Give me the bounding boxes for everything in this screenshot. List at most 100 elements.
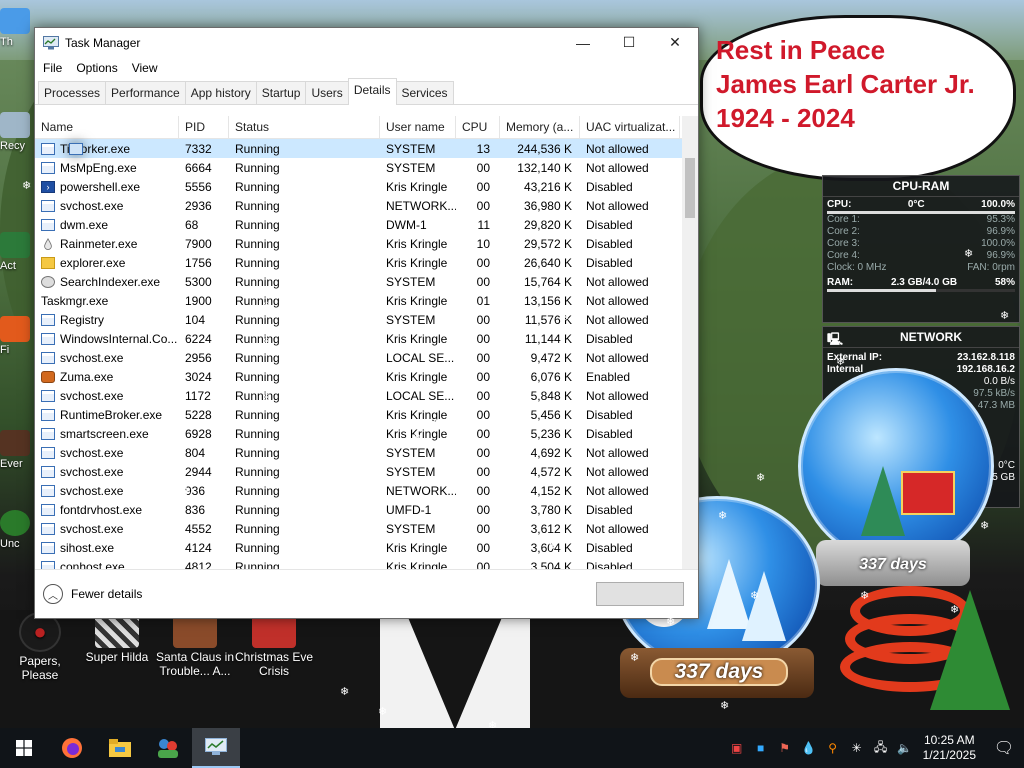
chevron-up-icon[interactable]: ︿: [43, 584, 63, 604]
desktop-icon-recycle-bin[interactable]: Recy: [0, 112, 36, 152]
column-header-status[interactable]: Status: [229, 116, 380, 138]
taskbar-app-people[interactable]: [144, 728, 192, 768]
table-row[interactable]: svchost.exe 936 Running NETWORK... 00 4,152 K…: [35, 481, 698, 500]
table-row[interactable]: fontdrvhost.exe 836 Running UMFD-1 00 3,780 K…: [35, 500, 698, 519]
menu-view[interactable]: View: [126, 61, 166, 75]
taskbar-file-explorer[interactable]: [96, 728, 144, 768]
table-row[interactable]: WindowsInternal.Co... 6224 Running Kris Kri…: [35, 329, 698, 348]
snowflake-icon: ❄: [666, 615, 676, 628]
maximize-button[interactable]: ☐: [606, 28, 652, 57]
table-row[interactable]: explorer.exe 1756 Running Kris Kringle 00 26,…: [35, 253, 698, 272]
snowflake-icon: ❄: [462, 559, 472, 572]
table-row[interactable]: svchost.exe 2936 Running NETWORK... 00 36,980…: [35, 196, 698, 215]
snowflake-icon: ❄: [182, 485, 192, 498]
table-row[interactable]: svchost.exe 2944 Running SYSTEM 00 4,572 K Not…: [35, 462, 698, 481]
table-row[interactable]: › powershell.exe 5556 Running Kris Kringle 00…: [35, 177, 698, 196]
cell-uac-virtualization: Disabled: [586, 179, 633, 194]
cell-name: svchost.exe: [35, 446, 179, 460]
tab-processes[interactable]: Processes: [38, 81, 107, 104]
table-row[interactable]: Zuma.exe 3024 Running Kris Kringle 00 6,076 K…: [35, 367, 698, 386]
cell-user-name: DWM-1: [386, 217, 427, 232]
snowflake-icon: ❄: [288, 491, 298, 504]
cell-memory: 4,572 K: [530, 464, 572, 479]
table-row[interactable]: Rainmeter.exe 7900 Running Kris Kringle 10 29…: [35, 234, 698, 253]
table-row[interactable]: MsMpEng.exe 6664 Running SYSTEM 00 132,140 K N…: [35, 158, 698, 177]
fewer-details-link[interactable]: Fewer details: [71, 587, 142, 601]
table-row[interactable]: sihost.exe 4124 Running Kris Kringle 00 3,604…: [35, 538, 698, 557]
core-row: Core 3: 100.0%: [823, 238, 1019, 250]
cell-pid: 68: [185, 217, 199, 232]
end-task-button[interactable]: [596, 582, 684, 606]
column-header-pid[interactable]: PID: [179, 116, 229, 138]
menu-options[interactable]: Options: [70, 61, 125, 75]
desktop-icon-super-hilda[interactable]: Super Hilda: [77, 612, 157, 664]
tray-rainmeter-icon[interactable]: 💧: [800, 739, 818, 757]
table-row[interactable]: svchost.exe 4552 Running SYSTEM 00 3,612 K Not…: [35, 519, 698, 538]
column-header-user-name[interactable]: User name: [380, 116, 456, 138]
cell-user-name: Kris Kringle: [386, 331, 448, 346]
desktop-icon-left-3[interactable]: Act: [0, 232, 36, 272]
desktop-icon-papers-please[interactable]: ● Papers, Please: [0, 612, 80, 682]
network-icon[interactable]: 🖧: [872, 739, 890, 757]
taskbar-task-manager[interactable]: [192, 728, 240, 768]
table-row[interactable]: smartscreen.exe 6928 Running Kris Kringle 00…: [35, 424, 698, 443]
table-row[interactable]: svchost.exe 1172 Running LOCAL SE... 00 5,848…: [35, 386, 698, 405]
tab-startup[interactable]: Startup: [255, 81, 307, 104]
tab-performance[interactable]: Performance: [105, 81, 186, 104]
minimize-button[interactable]: —: [560, 28, 606, 57]
close-button[interactable]: ✕: [652, 28, 698, 57]
tray-app-icon-red[interactable]: ▣: [728, 739, 746, 757]
tab-services[interactable]: Services: [395, 81, 454, 104]
cell-uac-virtualization: Not allowed: [586, 293, 649, 308]
column-header-name[interactable]: Name: [35, 116, 179, 138]
ram-percent: 58%: [994, 277, 1015, 288]
tray-app-icon-flag[interactable]: ⚑: [776, 739, 794, 757]
scrollbar-thumb[interactable]: [685, 158, 695, 218]
desktop-icon-santa-claus-in-trouble[interactable]: Santa Claus in Trouble... A...: [153, 612, 237, 678]
process-name: svchost.exe: [60, 350, 124, 365]
snowflake-icon: ❄: [262, 299, 272, 312]
table-row[interactable]: dwm.exe 68 Running DWM-1 11 29,820 K Disabled: [35, 215, 698, 234]
tray-sparkle-icon[interactable]: ✳: [848, 739, 866, 757]
table-row[interactable]: svchost.exe 804 Running SYSTEM 00 4,692 K Not …: [35, 443, 698, 462]
menu-file[interactable]: File: [37, 61, 70, 75]
cell-user-name: NETWORK...: [386, 483, 456, 498]
tab-details[interactable]: Details: [347, 78, 397, 105]
cell-uac-virtualization: Disabled: [586, 255, 633, 270]
taskbar-clock[interactable]: 10:25 AM 1/21/2025: [923, 733, 976, 763]
table-row[interactable]: Registry 104 Running SYSTEM 00 11,576 K Not al…: [35, 310, 698, 329]
table-row[interactable]: TiWorker.exe 7332 Running SYSTEM 13 244,536 K…: [35, 139, 698, 158]
column-header-uac-virtualization[interactable]: UAC virtualizat...: [580, 116, 680, 138]
task-manager-window[interactable]: Task Manager — ☐ ✕ File Options View Pro…: [34, 27, 699, 619]
table-row[interactable]: svchost.exe 2956 Running LOCAL SE... 00 9,472…: [35, 348, 698, 367]
cell-cpu: 00: [476, 407, 490, 422]
process-name: svchost.exe: [60, 464, 124, 479]
taskbar-firefox[interactable]: [48, 728, 96, 768]
table-row[interactable]: SearchIndexer.exe 5300 Running SYSTEM 00 15,7…: [35, 272, 698, 291]
tab-users[interactable]: Users: [305, 81, 349, 104]
volume-icon[interactable]: 🔈: [896, 739, 914, 757]
cell-pid: 5300: [185, 274, 212, 289]
notification-center-icon[interactable]: 🗨: [984, 728, 1024, 768]
tray-search-icon[interactable]: ⚲: [824, 739, 842, 757]
start-button[interactable]: [0, 728, 48, 768]
cell-status: Running: [235, 255, 280, 270]
tray-app-icon-blue[interactable]: ■: [752, 739, 770, 757]
tab-app-history[interactable]: App history: [184, 81, 257, 104]
column-header-memory[interactable]: Memory (a...: [500, 116, 580, 138]
vertical-scrollbar[interactable]: [682, 116, 698, 570]
network-widget-title: NETWORK: [900, 330, 962, 344]
desktop-icon-left-1[interactable]: Th: [0, 8, 36, 48]
table-row[interactable]: RuntimeBroker.exe 5228 Running Kris Kringle…: [35, 405, 698, 424]
cell-cpu: 00: [476, 464, 490, 479]
memorial-line-2: James Earl Carter Jr.: [716, 69, 975, 99]
title-bar[interactable]: Task Manager — ☐ ✕: [35, 28, 698, 57]
desktop-icon-left-5[interactable]: Ever: [0, 430, 36, 470]
cell-user-name: Kris Kringle: [386, 179, 448, 194]
process-app-icon: [41, 522, 55, 535]
column-header-cpu[interactable]: CPU: [456, 116, 500, 138]
desktop-icon-left-6[interactable]: Unc: [0, 510, 36, 550]
desktop-icon-left-4[interactable]: Fi: [0, 316, 36, 356]
desktop-icon-christmas-eve-crisis[interactable]: Christmas Eve Crisis: [234, 612, 314, 678]
table-row[interactable]: Taskmgr.exe 1900 Running Kris Kringle 01 13,1…: [35, 143, 698, 310]
